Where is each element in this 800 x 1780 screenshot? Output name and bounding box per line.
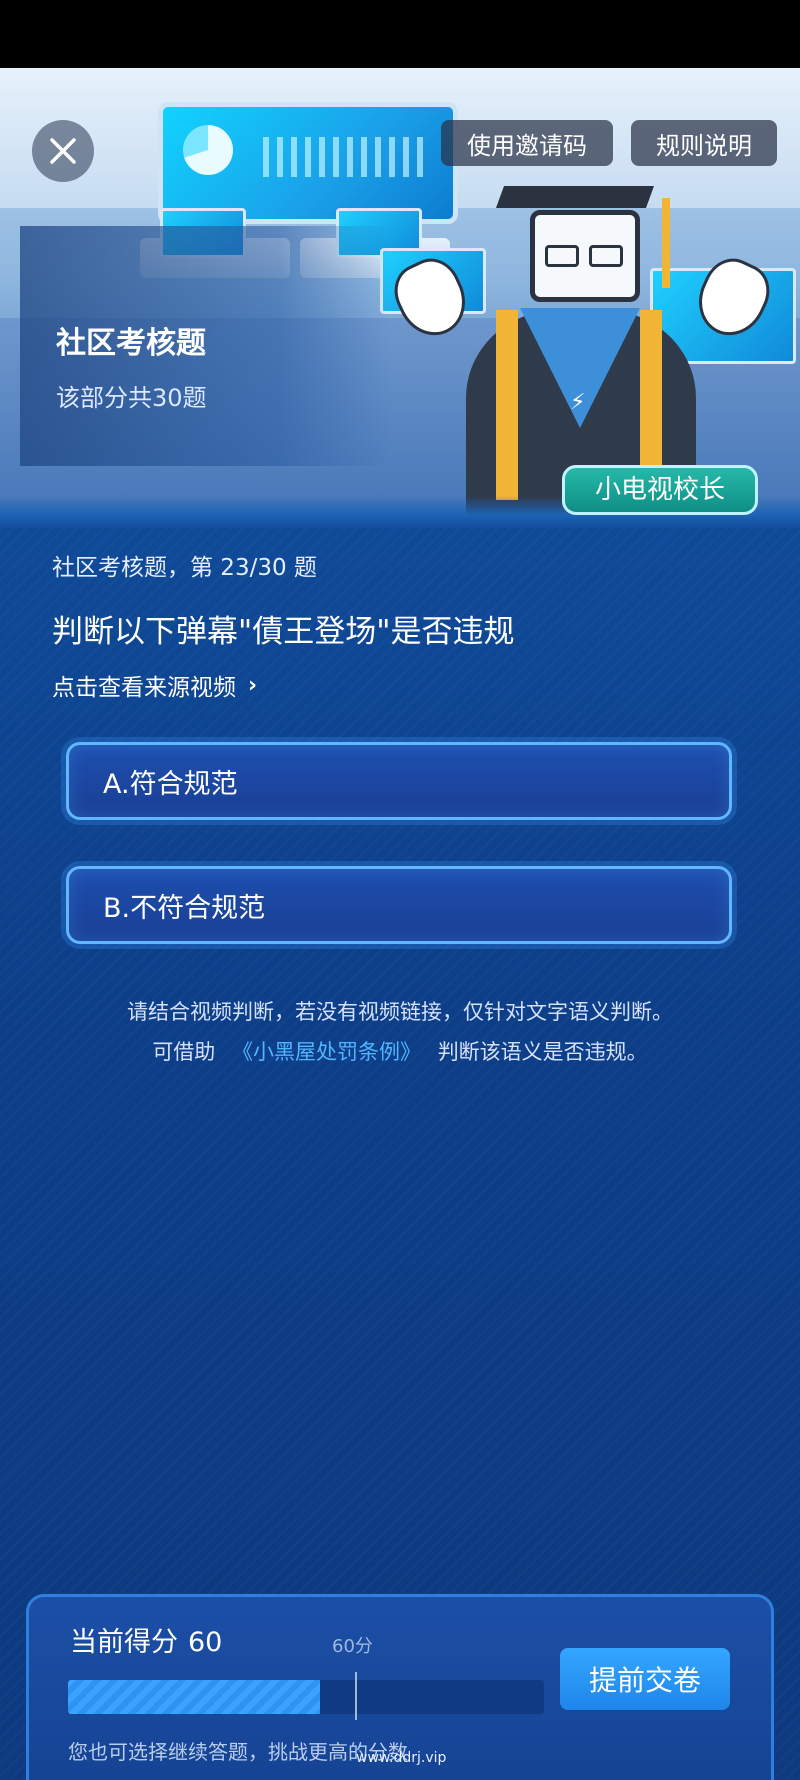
score-progress-bar bbox=[68, 1680, 544, 1714]
question-text: 判断以下弹幕"債王登场"是否违规 bbox=[52, 614, 515, 650]
bars-graphic bbox=[263, 137, 423, 177]
section-subtitle: 该部分共30题 bbox=[56, 384, 207, 412]
score-progress-fill bbox=[68, 1680, 321, 1714]
current-score: 当前得分 60 bbox=[70, 1620, 222, 1659]
cap-tassel bbox=[662, 198, 670, 288]
close-icon bbox=[50, 138, 76, 164]
mascot-head bbox=[530, 210, 640, 302]
question-progress: 社区考核题，第 23/30 题 bbox=[52, 555, 317, 581]
section-title: 社区考核题 bbox=[56, 326, 206, 361]
mascot-eye bbox=[589, 245, 623, 267]
hint-line-1: 请结合视频判断，若没有视频链接，仅针对文字语义判断。 bbox=[127, 1000, 673, 1024]
chevron-right-icon: › bbox=[248, 672, 258, 698]
option-b-label: B.不符合规范 bbox=[103, 892, 266, 924]
question-area bbox=[0, 528, 800, 1780]
option-a-button[interactable]: A.符合规范 bbox=[66, 742, 732, 820]
rules-button[interactable]: 规则说明 bbox=[631, 120, 777, 166]
status-bar bbox=[0, 0, 800, 68]
penalty-rules-link[interactable]: 《小黑屋处罚条例》 bbox=[232, 1040, 421, 1064]
watermark: www.ddrj.vip bbox=[356, 1750, 447, 1766]
lightning-icon: ⚡ bbox=[570, 390, 586, 415]
pie-graphic bbox=[183, 125, 233, 175]
graduation-cap bbox=[495, 186, 655, 208]
close-button[interactable] bbox=[32, 120, 94, 182]
hint-line-2: 可借助 《小黑屋处罚条例》 判断该语义是否违规。 bbox=[0, 1036, 800, 1066]
pass-threshold-marker bbox=[355, 1672, 357, 1720]
mascot-eye bbox=[545, 245, 579, 267]
gown-stripe bbox=[496, 310, 518, 500]
option-b-button[interactable]: B.不符合规范 bbox=[66, 866, 732, 944]
hint-prefix: 可借助 bbox=[152, 1040, 216, 1064]
hint-suffix: 判断该语义是否违规。 bbox=[437, 1040, 648, 1064]
submit-early-button[interactable]: 提前交卷 bbox=[560, 1648, 730, 1710]
current-score-label: 当前得分 bbox=[70, 1627, 178, 1658]
current-score-value: 60 bbox=[188, 1627, 223, 1658]
principal-badge: 小电视校长 bbox=[562, 465, 758, 515]
source-video-link[interactable]: 点击查看来源视频 › bbox=[52, 668, 257, 702]
pass-threshold-label: 60分 bbox=[332, 1636, 373, 1657]
invite-code-button[interactable]: 使用邀请码 bbox=[441, 120, 613, 166]
option-a-label: A.符合规范 bbox=[103, 768, 238, 800]
source-video-link-label: 点击查看来源视频 bbox=[52, 675, 236, 701]
